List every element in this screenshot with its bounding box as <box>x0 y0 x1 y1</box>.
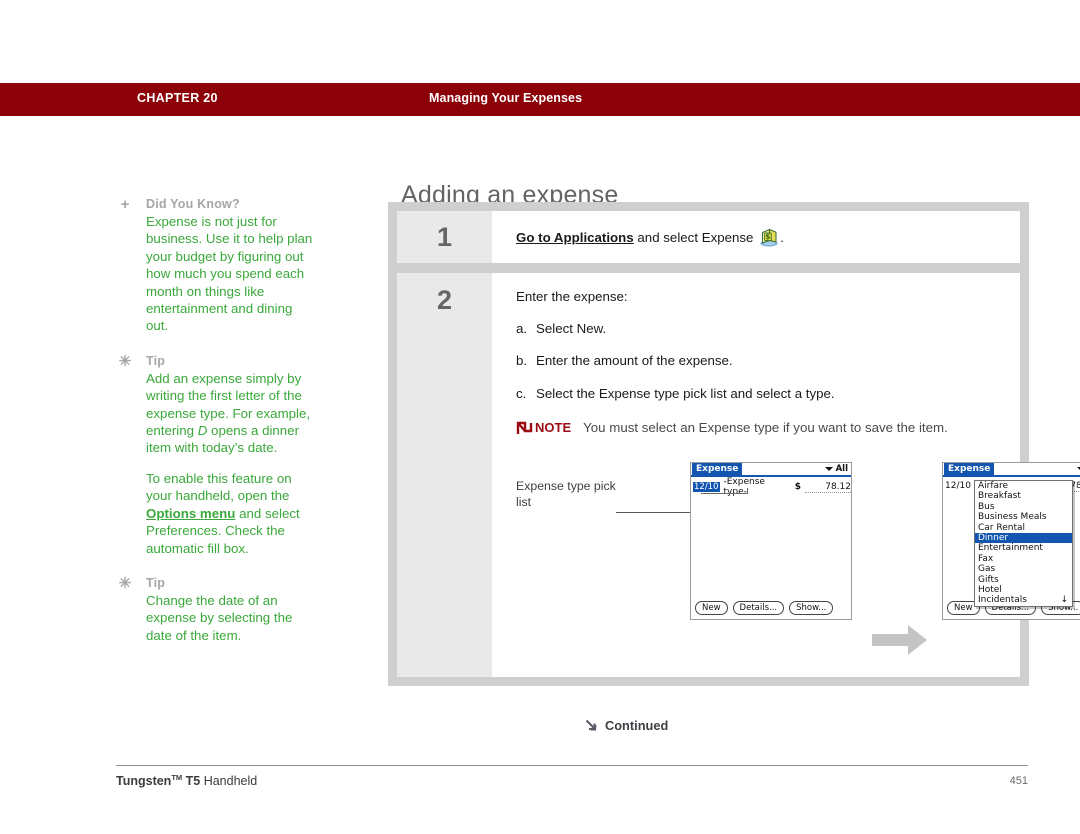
continued-marker: Continued <box>585 718 668 733</box>
step-content: Go to Applications and select Expense $ … <box>492 211 1020 263</box>
list-item[interactable]: Airfare <box>975 481 1072 491</box>
sidebar-block-did-you-know: + Did You Know? Expense is not just for … <box>116 196 316 335</box>
sidebar-text-tip-1a: Add an expense simply by writing the fir… <box>146 370 311 456</box>
note-text: You must select an Expense type if you w… <box>583 420 948 435</box>
details-button[interactable]: Details... <box>732 601 785 615</box>
chapter-label: CHAPTER 20 <box>137 91 218 105</box>
device-title-bar: Expense All <box>943 463 1080 477</box>
note-label: NOTE <box>535 420 572 435</box>
expense-row[interactable]: 12/10 -Expense type- $ 78.12 <box>693 477 851 497</box>
scroll-down-arrow-icon[interactable]: ↓ <box>1060 596 1068 605</box>
callout-label: Expense type pick list <box>516 479 616 509</box>
chevron-down-icon <box>1076 467 1080 471</box>
substep-c-text: Select the Expense type pick list and se… <box>536 386 835 401</box>
arrow-down-right-icon <box>585 719 597 731</box>
palm-screen-expense-list: Expense All 12/10 -Expense type- $ 78.12… <box>690 462 852 620</box>
chapter-header-bar: CHAPTER 20 Managing Your Expenses <box>0 83 1080 116</box>
footer-product-label: TungstenTM T5 Handheld <box>116 773 257 788</box>
expense-date[interactable]: 12/10 <box>945 481 971 491</box>
category-filter[interactable]: All <box>824 464 848 474</box>
step-1-text-rest: and select Expense <box>633 230 754 245</box>
footer-model: T5 <box>182 774 201 789</box>
step-row: 2 Enter the expense: a. Select New. b. Ent… <box>397 273 1080 733</box>
options-menu-link[interactable]: Options menu <box>146 506 235 521</box>
category-filter-label: All <box>835 464 848 474</box>
flow-arrow-icon <box>872 625 927 655</box>
callout-leader-line <box>616 512 693 513</box>
footer-divider <box>116 765 1028 766</box>
step-row: 1 Go to Applications and select Expense … <box>397 211 1020 263</box>
step-content: Enter the expense: a. Select New. b. Enter… <box>492 273 1080 733</box>
emphasis-letter-d: D <box>197 423 208 439</box>
list-item[interactable]: Gifts <box>975 575 1072 585</box>
substep-b: b. Enter the amount of the expense. <box>516 353 733 368</box>
sidebar-text-tip-1b: To enable this feature on your handheld,… <box>146 470 300 556</box>
list-item[interactable]: Gas <box>975 564 1072 574</box>
list-item[interactable]: Breakfast <box>975 491 1072 501</box>
sidebar-heading-did-you-know: Did You Know? <box>146 197 240 211</box>
device-button-bar: New Details... Show... <box>695 601 834 615</box>
sidebar-block-tip-1: ✳ Tip Add an expense simply by writing t… <box>116 353 316 557</box>
section-title: Managing Your Expenses <box>429 91 583 105</box>
sidebar-text-did-you-know: Expense is not just for business. Use it… <box>146 214 313 334</box>
substep-a-text: Select New. <box>536 321 607 336</box>
list-item[interactable]: Entertainment <box>975 543 1072 553</box>
sidebar-block-tip-2: ✳ Tip Change the date of an expense by s… <box>116 575 316 644</box>
palm-screen-expense-type-picklist: Expense All 12/10 78.12 New Details... S… <box>942 462 1080 620</box>
show-button[interactable]: Show... <box>789 601 834 615</box>
expense-type-dropdown[interactable]: Airfare Breakfast Bus Business Meals Car… <box>974 480 1073 607</box>
note-marker-icon <box>516 421 533 434</box>
substep-a: a. Select New. <box>516 321 606 336</box>
note-block: NOTE You must select an Expense type if … <box>516 420 948 436</box>
step-2-intro: Enter the expense: <box>516 289 628 304</box>
substep-b-marker: b. <box>516 353 528 368</box>
trademark-icon: TM <box>171 773 183 782</box>
footer-product-name: Tungsten <box>116 774 172 789</box>
footer-product-type: Handheld <box>200 774 258 789</box>
step-number: 2 <box>397 273 492 677</box>
continued-label: Continued <box>605 718 669 733</box>
substep-c: c. Select the Expense type pick list and … <box>516 386 835 401</box>
list-item[interactable]: Business Meals <box>975 512 1072 522</box>
currency-symbol: $ <box>794 482 801 492</box>
chevron-down-icon <box>824 467 833 471</box>
list-item[interactable]: Bus <box>975 502 1072 512</box>
substep-b-text: Enter the amount of the expense. <box>536 353 733 368</box>
expense-app-icon: $ <box>760 228 778 247</box>
page-number: 451 <box>1009 775 1028 787</box>
svg-text:$: $ <box>766 232 771 241</box>
device-title-bar: Expense All <box>691 463 851 477</box>
asterisk-icon: ✳ <box>118 352 132 370</box>
sidebar-heading-tip-1: Tip <box>146 353 166 368</box>
go-to-applications-link[interactable]: Go to Applications <box>516 230 634 245</box>
device-app-title[interactable]: Expense <box>692 463 743 476</box>
substep-c-marker: c. <box>516 386 527 401</box>
asterisk-icon: ✳ <box>118 574 132 592</box>
new-button[interactable]: New <box>695 601 728 615</box>
device-app-title[interactable]: Expense <box>944 463 995 476</box>
step-1-period: . <box>780 230 784 245</box>
category-filter[interactable]: All <box>1076 464 1080 474</box>
list-item[interactable]: Hotel <box>975 585 1072 595</box>
list-item-selected[interactable]: Dinner <box>975 532 1072 544</box>
list-item[interactable]: Incidentals <box>975 595 1072 605</box>
callout-bracket-horizontal <box>701 493 748 494</box>
step-1-instruction: Go to Applications and select Expense $ … <box>516 228 784 247</box>
sidebar-heading-tip-2: Tip <box>146 575 166 590</box>
expense-amount[interactable]: 78.12 <box>805 482 851 493</box>
list-item[interactable]: Fax <box>975 554 1072 564</box>
step-number: 1 <box>397 211 492 263</box>
list-item[interactable]: Car Rental <box>975 523 1072 533</box>
plus-icon: + <box>120 196 130 213</box>
sidebar: + Did You Know? Expense is not just for … <box>116 196 316 658</box>
steps-panel: 1 Go to Applications and select Expense … <box>388 202 1080 733</box>
callout-bracket-vertical <box>747 488 748 494</box>
expense-type-picklist[interactable]: -Expense type- <box>724 477 783 497</box>
sidebar-text-tip-2: Change the date of an expense by selecti… <box>146 592 293 643</box>
substep-a-marker: a. <box>516 321 528 336</box>
expense-date[interactable]: 12/10 <box>693 482 720 492</box>
